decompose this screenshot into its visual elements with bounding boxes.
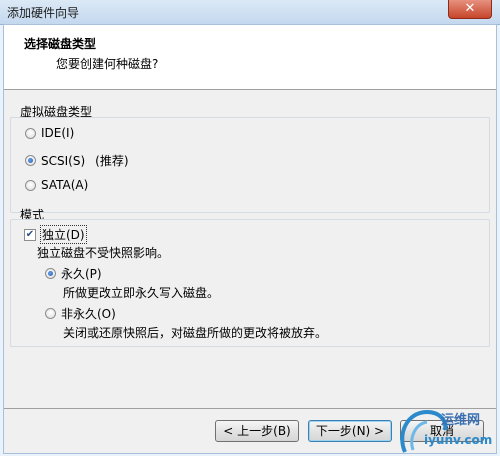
page-title: 选择磁盘类型 xyxy=(24,37,97,51)
back-button[interactable]: < 上一步(B) xyxy=(215,420,299,442)
radio-scsi[interactable]: SCSI(S) (推荐) xyxy=(25,152,129,169)
watermark-text: 运维网 xyxy=(441,413,481,428)
radio-persistent-indicator[interactable] xyxy=(45,268,56,279)
radio-nonpersistent-indicator[interactable] xyxy=(45,308,56,319)
radio-ide[interactable]: IDE(I) xyxy=(25,126,74,140)
title-bar: 添加硬件向导 ✕ xyxy=(0,0,500,25)
wizard-header: 选择磁盘类型 您要创建何种磁盘? xyxy=(4,25,496,90)
nonpersistent-description: 关闭或还原快照后，对磁盘所做的更改将被放弃。 xyxy=(63,326,328,340)
independent-description: 独立磁盘不受快照影响。 xyxy=(37,246,170,260)
radio-sata-label: SATA(A) xyxy=(41,178,89,192)
radio-ide-label: IDE(I) xyxy=(41,126,75,140)
checkbox-indicator[interactable]: ✔ xyxy=(24,228,36,241)
independent-checkbox[interactable]: ✔ 独立(D) xyxy=(24,225,87,244)
wizard-frame: 选择磁盘类型 您要创建何种磁盘? 虚拟磁盘类型 IDE(I) SCSI(S) (… xyxy=(3,24,497,454)
radio-scsi-recommended: (推荐) xyxy=(95,154,129,168)
radio-nonpersistent-label: 非永久(O) xyxy=(61,307,116,321)
radio-scsi-indicator[interactable] xyxy=(25,155,36,166)
radio-ide-indicator[interactable] xyxy=(25,127,36,139)
radio-persistent-label: 永久(P) xyxy=(61,267,102,281)
radio-sata[interactable]: SATA(A) xyxy=(25,178,88,192)
close-button[interactable]: ✕ xyxy=(448,0,492,19)
independent-label: 独立(D) xyxy=(40,225,87,244)
radio-scsi-label: SCSI(S) xyxy=(41,153,86,168)
radio-nonpersistent[interactable]: 非永久(O) xyxy=(45,305,116,322)
page-subtitle: 您要创建何种磁盘? xyxy=(56,57,159,71)
watermark-url: iyunv.com xyxy=(424,433,493,447)
persistent-description: 所做更改立即永久写入磁盘。 xyxy=(63,286,220,300)
radio-persistent[interactable]: 永久(P) xyxy=(45,265,102,282)
close-icon: ✕ xyxy=(464,1,476,16)
radio-sata-indicator[interactable] xyxy=(25,179,36,191)
window-title: 添加硬件向导 xyxy=(7,6,80,20)
next-button[interactable]: 下一步(N) > xyxy=(308,420,392,442)
